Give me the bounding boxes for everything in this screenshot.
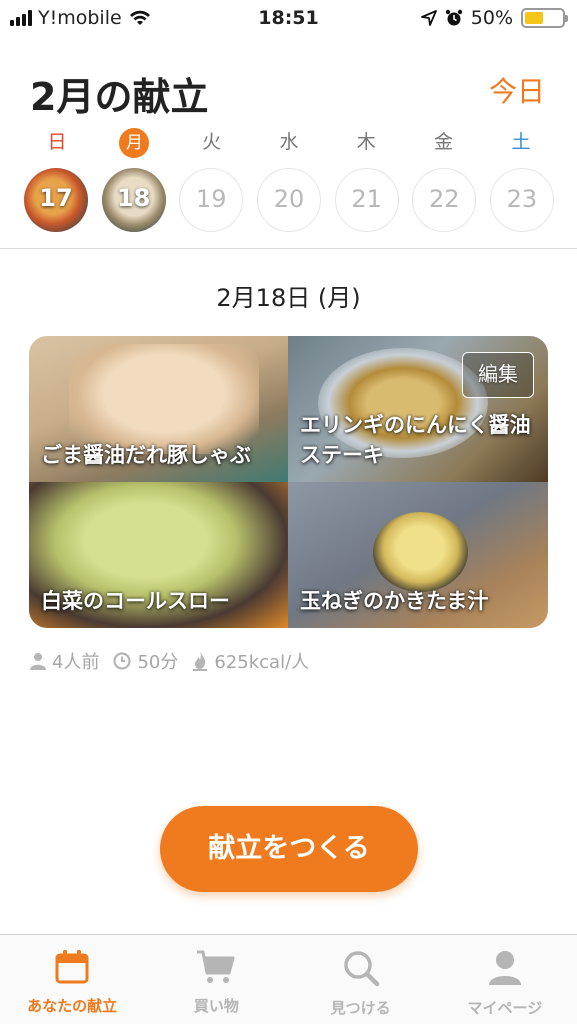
tab-discover[interactable]: 見つける	[289, 935, 433, 1024]
alarm-icon	[445, 9, 462, 26]
cart-icon	[197, 950, 235, 983]
week-strip: 日 月 火 水 木 金 土 17 18 19 20 21 22 23	[24, 128, 554, 232]
calendar-icon	[55, 950, 89, 984]
weekday-mon-label: 月	[119, 128, 150, 158]
page-title: 2月の献立	[30, 75, 209, 119]
day-22-button[interactable]: 22	[412, 168, 477, 232]
day-23-button[interactable]: 23	[489, 168, 554, 232]
dish-name: 玉ねぎのかきたま汁	[300, 589, 489, 613]
tab-label: 買い物	[193, 997, 239, 1015]
battery-icon	[521, 8, 568, 28]
divider	[0, 248, 577, 249]
dish-name: 白菜のコールスロー	[41, 589, 230, 613]
weekday-mon: 月	[101, 128, 167, 158]
edit-button[interactable]: 編集	[462, 352, 534, 398]
today-button[interactable]: 今日	[489, 70, 545, 110]
battery-fill	[525, 12, 543, 24]
flame-icon	[193, 652, 208, 671]
weekday-tue: 火	[202, 131, 222, 153]
search-icon	[343, 951, 379, 987]
weekday-sat: 土	[511, 131, 531, 153]
weekday-row: 日 月 火 水 木 金 土	[24, 128, 554, 158]
cook-time-value: 50分	[137, 652, 179, 673]
weekday-wed: 水	[279, 131, 299, 153]
cook-time: 50分	[113, 648, 178, 674]
menu-meta: 4人前 50分 625kcal/人	[30, 648, 309, 674]
tab-label: マイページ	[467, 999, 543, 1017]
dish-tile-1[interactable]: ごま醤油だれ豚しゃぶ	[29, 336, 288, 482]
tab-label: 見つける	[330, 999, 391, 1017]
dish-tile-3[interactable]: 白菜のコールスロー	[29, 482, 288, 628]
create-menu-button[interactable]: 献立をつくる	[160, 806, 418, 892]
day-18-button[interactable]: 18	[101, 168, 166, 232]
dish-tile-4[interactable]: 玉ねぎのかきたま汁	[288, 482, 548, 628]
day-17-button[interactable]: 17	[24, 168, 88, 232]
status-bar: Y!mobile 18:51 50%	[0, 0, 577, 38]
day-row: 17 18 19 20 21 22 23	[24, 168, 554, 232]
day-21-button[interactable]: 21	[334, 168, 399, 232]
calories-value: 625kcal/人	[214, 652, 310, 673]
tab-bar: あなたの献立 買い物 見つける マイページ	[0, 934, 577, 1024]
weekday-fri: 金	[434, 131, 454, 153]
person-icon	[30, 653, 46, 670]
servings-value: 4人前	[52, 652, 100, 673]
tab-shopping[interactable]: 買い物	[144, 935, 288, 1024]
weekday-thu: 木	[356, 131, 376, 153]
servings: 4人前	[30, 648, 99, 674]
calories: 625kcal/人	[192, 648, 309, 674]
tab-mypage[interactable]: マイページ	[433, 935, 577, 1024]
status-right: 50%	[420, 7, 568, 29]
tab-label: あなたの献立	[27, 997, 118, 1015]
dish-name: ごま醤油だれ豚しゃぶ	[41, 443, 251, 467]
dish-name: エリンギのにんにく醤油ステーキ	[300, 413, 531, 467]
location-arrow-icon	[420, 10, 437, 26]
battery-percent: 50%	[470, 7, 513, 29]
day-20-button[interactable]: 20	[256, 168, 321, 232]
weekday-sun: 日	[47, 131, 67, 153]
dish-tile-2[interactable]: 編集 エリンギのにんにく醤油ステーキ	[288, 336, 548, 482]
selected-date: 2月18日 (月)	[216, 284, 361, 312]
tab-my-menu[interactable]: あなたの献立	[0, 935, 144, 1024]
day-19-button[interactable]: 19	[179, 168, 244, 232]
menu-card[interactable]: ごま醤油だれ豚しゃぶ 編集 エリンギのにんにく醤油ステーキ 白菜のコールスロー …	[29, 336, 548, 628]
clock-icon	[113, 652, 132, 670]
user-icon	[488, 951, 521, 985]
